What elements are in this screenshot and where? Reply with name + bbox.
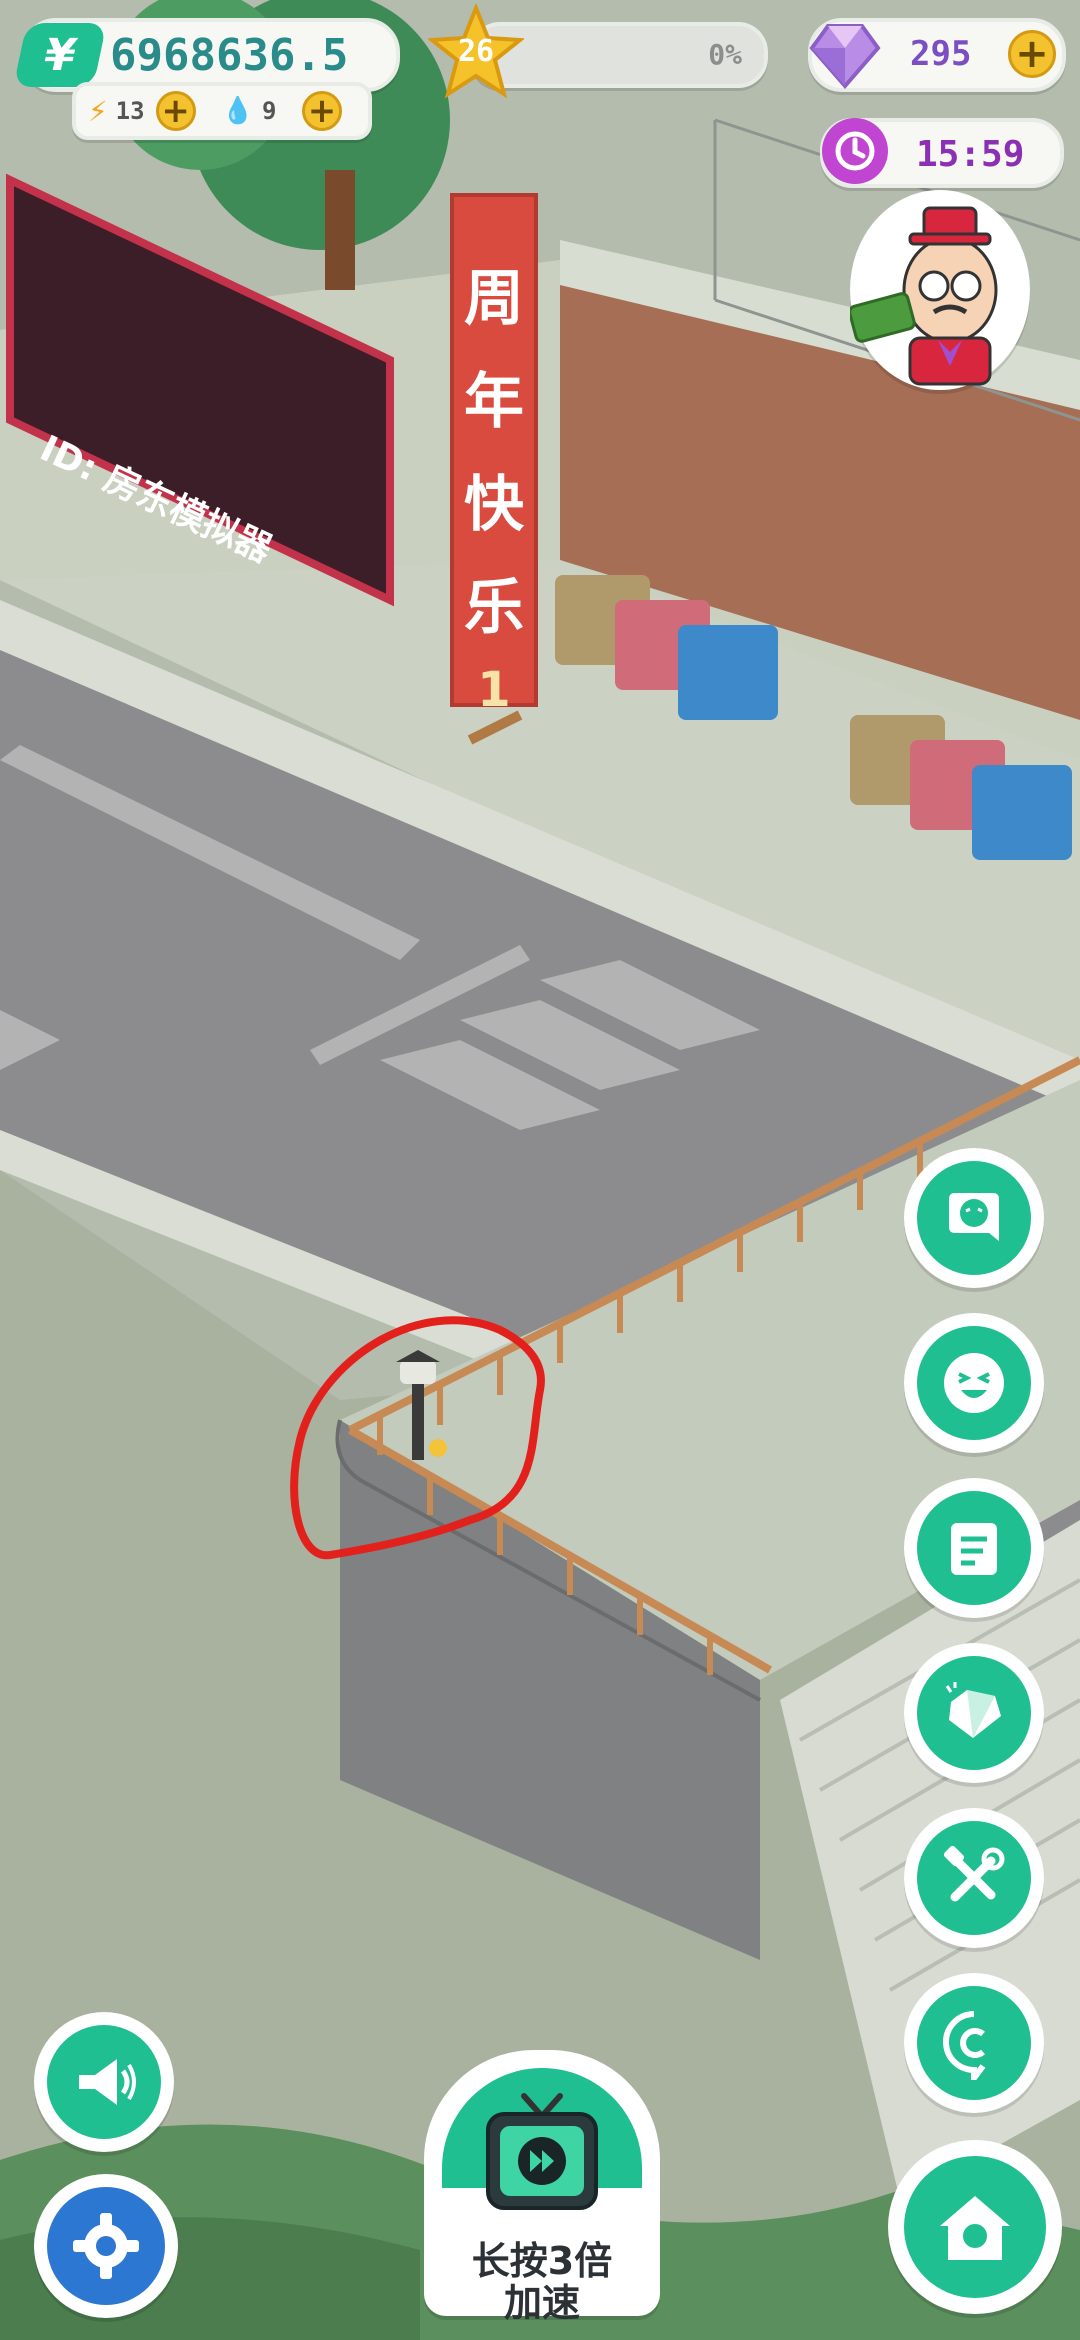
anniversary-banner: 周 年 快 乐 1: [452, 250, 536, 718]
smile-face-icon: [917, 1326, 1031, 1440]
diamond-icon: [917, 1656, 1031, 1770]
yen-icon: ¥: [13, 23, 107, 87]
banner-char: 周: [464, 264, 524, 334]
copyright-c-icon: [917, 1986, 1031, 2100]
level-progress-text: 0%: [708, 38, 742, 71]
level-star-icon: 26: [426, 2, 526, 100]
copyright-button[interactable]: [904, 1973, 1044, 2113]
megaphone-icon: [47, 2025, 161, 2139]
tv-fast-forward-icon: [472, 2088, 612, 2218]
chat-ghost-icon: [917, 1161, 1031, 1275]
notepad-icon: [917, 1491, 1031, 1605]
banner-char: 乐: [464, 573, 524, 643]
speed-label-line2: 加速: [503, 2281, 580, 2325]
settings-button[interactable]: [34, 2174, 178, 2318]
level-number: 26: [457, 34, 495, 69]
gem-value: 295: [910, 34, 972, 74]
speed-up-button[interactable]: 长按3倍 加速: [424, 2050, 660, 2325]
lightning-icon: ⚡: [88, 94, 108, 128]
wrench-hammer-icon: [917, 1821, 1031, 1935]
add-energy-icon[interactable]: +: [155, 91, 196, 131]
water-value: 9: [262, 97, 277, 125]
announcement-button[interactable]: [34, 2012, 174, 2152]
gear-icon: [47, 2187, 165, 2305]
banner-char: 年: [464, 367, 524, 437]
chat-bubble-button[interactable]: [904, 1148, 1044, 1288]
water-drop-icon: 💧: [221, 96, 255, 126]
gem-counter[interactable]: 295 +: [808, 18, 1066, 92]
money-counter[interactable]: ¥ 6968636.5: [13, 18, 400, 92]
energy-value: 13: [115, 97, 145, 125]
notes-button[interactable]: [904, 1478, 1044, 1618]
money-value: 6968636.5: [110, 29, 349, 81]
gem-shop-button[interactable]: [904, 1643, 1044, 1783]
resource-bar: ⚡ 13 + 💧 9 +: [72, 82, 372, 140]
timer-value: 15:59: [916, 134, 1025, 175]
add-water-icon[interactable]: +: [302, 91, 343, 131]
clock-icon: [822, 118, 888, 184]
home-button[interactable]: [888, 2140, 1062, 2314]
add-gems-icon[interactable]: +: [1008, 30, 1056, 78]
tools-button[interactable]: [904, 1808, 1044, 1948]
timer-pill: 15:59: [820, 118, 1064, 188]
house-icon: [904, 2156, 1046, 2298]
banner-number: 1: [477, 662, 511, 718]
landlord-npc-avatar[interactable]: [848, 190, 1030, 390]
emoji-button[interactable]: [904, 1313, 1044, 1453]
diamond-icon: [808, 18, 882, 92]
banner-char: 快: [464, 470, 524, 540]
